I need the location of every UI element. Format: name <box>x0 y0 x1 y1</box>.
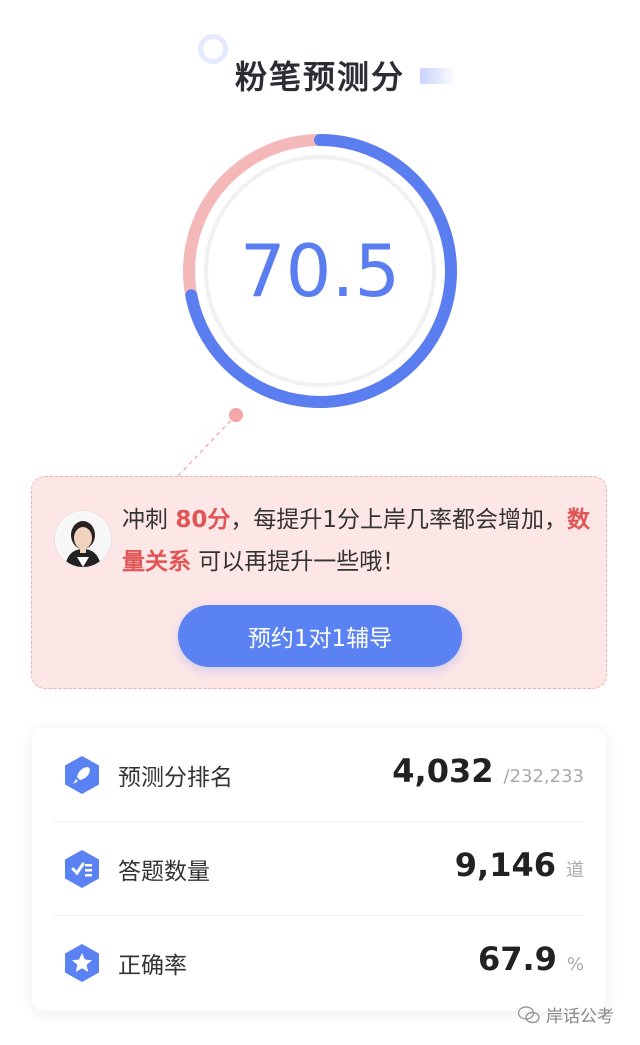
watermark: 岸话公考 <box>518 1002 614 1027</box>
book-tutoring-button[interactable]: 预约1对1辅导 <box>178 605 462 667</box>
count-unit: 道 <box>566 860 584 881</box>
page-title: 粉笔预测分 <box>234 58 405 96</box>
advice-middle: ，每提升1分上岸几率都会增加， <box>230 507 567 533</box>
title-section: 粉笔预测分 <box>0 34 640 98</box>
stat-value: 67.9 % <box>478 940 584 978</box>
stats-card: 预测分排名 4,032 /232,233 答题数量 9,146 道 正确率 67… <box>32 728 606 1011</box>
score-value: 70.5 <box>239 229 401 313</box>
advice-text: 冲刺 80分，每提升1分上岸几率都会增加，数量关系 可以再提升一些哦！ <box>122 499 592 583</box>
rank-total: /232,233 <box>503 766 585 787</box>
rocket-icon <box>65 756 99 794</box>
advice-prefix: 冲刺 <box>122 507 176 533</box>
star-icon <box>65 944 99 982</box>
accuracy-value: 67.9 <box>477 940 557 978</box>
watermark-text: 岸话公考 <box>546 1007 614 1027</box>
stat-row-count: 答题数量 9,146 道 <box>32 822 606 916</box>
stat-row-rank: 预测分排名 4,032 /232,233 <box>32 728 606 822</box>
count-value: 9,146 <box>454 846 556 884</box>
stat-label: 正确率 <box>118 953 187 979</box>
target-score: 80分 <box>175 507 231 533</box>
stat-label: 答题数量 <box>118 859 210 885</box>
wechat-icon <box>518 1005 540 1023</box>
stat-row-accuracy: 正确率 67.9 % <box>32 916 606 1010</box>
advice-card: 冲刺 80分，每提升1分上岸几率都会增加，数量关系 可以再提升一些哦！ 预约1对… <box>31 476 607 689</box>
checklist-icon <box>65 850 99 888</box>
stat-value: 4,032 /232,233 <box>392 752 584 790</box>
decor-bar <box>420 68 456 84</box>
stat-value: 9,146 道 <box>455 846 584 884</box>
tutor-avatar <box>54 510 112 568</box>
rank-value: 4,032 <box>392 752 494 790</box>
accuracy-unit: % <box>566 954 584 975</box>
advice-suffix: 可以再提升一些哦！ <box>191 549 406 575</box>
stat-label: 预测分排名 <box>118 765 233 791</box>
